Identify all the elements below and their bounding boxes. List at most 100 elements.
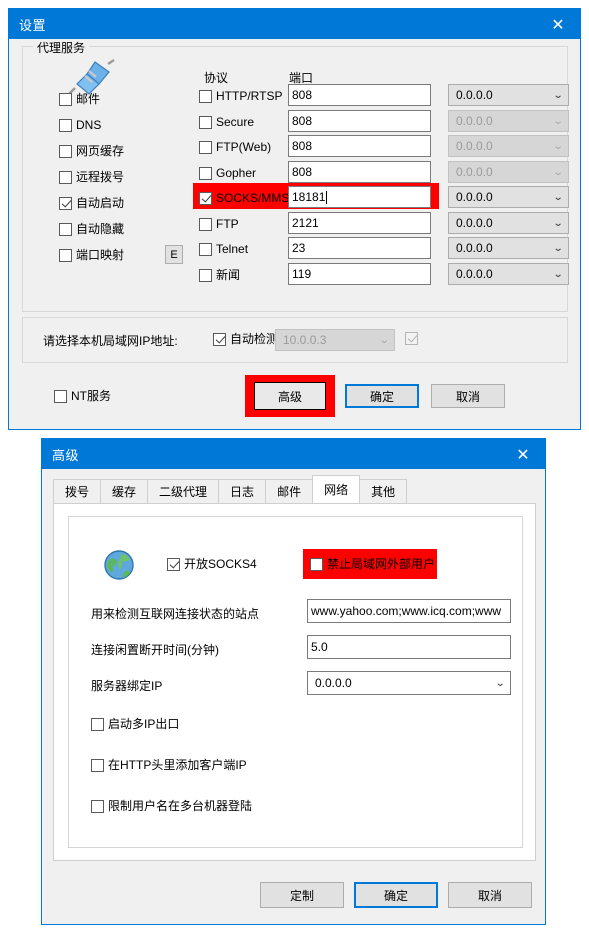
tab-6[interactable]: 其他 (359, 479, 408, 503)
tab-1[interactable]: 缓存 (100, 479, 149, 503)
detect-site-input[interactable]: www.yahoo.com;www.icq.com;www (307, 599, 511, 623)
protocol-checkbox-2[interactable]: FTP(Web) (199, 140, 271, 154)
port-map-edit-button[interactable]: E (165, 245, 183, 264)
left-option-1[interactable]: DNS (59, 118, 101, 132)
port-value-2: 808 (292, 139, 313, 153)
checkbox-box (199, 140, 212, 154)
checkbox-label: FTP(Web) (216, 140, 272, 154)
protocol-checkbox-7[interactable]: 新闻 (199, 268, 240, 282)
protocol-checkbox-5[interactable]: FTP (199, 217, 239, 231)
text-caret (326, 190, 328, 204)
port-input-1[interactable]: 808 (288, 110, 431, 132)
ok-button[interactable]: 确定 (345, 384, 419, 408)
tab-0[interactable]: 拨号 (53, 479, 102, 503)
left-option-3[interactable]: 远程拨号 (59, 170, 124, 184)
chevron-down-icon: ⌄ (552, 166, 564, 178)
chevron-down-icon: ⌄ (552, 242, 564, 254)
tab-2[interactable]: 二级代理 (147, 479, 220, 503)
protocol-checkbox-0[interactable]: HTTP/RTSP (199, 89, 282, 103)
chevron-down-icon: ⌄ (552, 140, 564, 152)
port-input-3[interactable]: 808 (288, 161, 431, 183)
bind-ip-combobox-0[interactable]: 0.0.0.0 ⌄ (448, 84, 569, 106)
checkbox-box (91, 799, 104, 813)
checkbox-box (199, 242, 212, 256)
advanced-cancel-button[interactable]: 取消 (448, 882, 532, 908)
bind-ip-combobox-7[interactable]: 0.0.0.0 ⌄ (448, 263, 569, 285)
checkbox-box (167, 557, 180, 571)
port-input-2[interactable]: 808 (288, 135, 431, 157)
proxy-service-groupbox: 代理服务 协议 端口 邮件 DNS 网页缓存 远程拨号 自动启动 自动隐藏 端口映射 E H… (22, 39, 569, 312)
detect-site-value: www.yahoo.com;www.icq.com;www (311, 604, 502, 618)
custom-button[interactable]: 定制 (260, 882, 344, 908)
port-input-5[interactable]: 2121 (288, 212, 431, 234)
tab-label: 邮件 (277, 485, 302, 499)
checkbox-label: 自动隐藏 (76, 222, 125, 236)
bind-ip-value-5: 0.0.0.0 (456, 216, 493, 230)
checkbox-box (91, 758, 104, 772)
chevron-down-icon: ⌄ (552, 191, 564, 203)
bind-ip-combobox[interactable]: 0.0.0.0 ⌄ (307, 671, 511, 695)
left-option-5[interactable]: 自动隐藏 (59, 222, 124, 236)
bind-ip-value-3: 0.0.0.0 (456, 165, 493, 179)
block-external-checkbox[interactable]: 禁止局域网外部用户 (310, 557, 435, 571)
bind-ip-value-4: 0.0.0.0 (456, 190, 493, 204)
protocol-checkbox-1[interactable]: Secure (199, 115, 254, 129)
advanced-close-icon[interactable]: ✕ (501, 439, 545, 469)
left-option-2[interactable]: 网页缓存 (59, 144, 124, 158)
checkbox-box (199, 89, 212, 103)
bind-ip-combobox-1: 0.0.0.0 ⌄ (448, 110, 569, 132)
chevron-down-icon: ⌄ (552, 115, 564, 127)
checkbox-label: 限制用户名在多台机器登陆 (108, 799, 253, 813)
port-value-4: 18181 (292, 190, 326, 204)
tab-5[interactable]: 网络 (312, 475, 361, 503)
protocol-checkbox-3[interactable]: Gopher (199, 166, 256, 180)
port-map-edit-button-label: E (170, 248, 178, 261)
port-value-7: 119 (292, 267, 312, 281)
idle-timeout-input[interactable]: 5.0 (307, 635, 511, 659)
open-socks4-checkbox[interactable]: 开放SOCKS4 (167, 557, 257, 571)
tab-4[interactable]: 邮件 (265, 479, 314, 503)
bind-ip-combobox-4[interactable]: 0.0.0.0 ⌄ (448, 186, 569, 208)
left-option-0[interactable]: 邮件 (59, 92, 100, 106)
chevron-down-icon: ⌄ (552, 217, 564, 229)
advanced-button[interactable]: 高级 (254, 382, 326, 410)
checkbox-box (59, 144, 72, 158)
port-input-7[interactable]: 119 (288, 263, 431, 285)
globe-icon (104, 550, 134, 580)
bind-ip-combobox-6[interactable]: 0.0.0.0 ⌄ (448, 237, 569, 259)
checkbox-box (59, 170, 72, 184)
cancel-button[interactable]: 取消 (431, 384, 505, 408)
nt-service-holder: NT服务 (54, 389, 111, 406)
tab-label: 其他 (371, 485, 396, 499)
protocol-checkbox-4[interactable]: SOCKS/MMS (199, 191, 289, 205)
advanced-option-1[interactable]: 在HTTP头里添加客户端IP (91, 758, 247, 772)
port-value-3: 808 (292, 165, 313, 179)
left-option-6[interactable]: 端口映射 (59, 248, 124, 262)
bind-ip-combobox-5[interactable]: 0.0.0.0 ⌄ (448, 212, 569, 234)
auto-detect-checkbox[interactable]: 自动检测 (213, 332, 278, 346)
protocol-column-header: 协议 (204, 71, 229, 85)
bind-ip-value-6: 0.0.0.0 (456, 241, 493, 255)
port-input-4[interactable]: 18181 (288, 186, 431, 208)
checkbox-label: 远程拨号 (76, 170, 125, 184)
nt-service-checkbox[interactable]: NT服务 (54, 389, 111, 403)
close-icon[interactable]: ✕ (536, 9, 580, 39)
detect-site-label: 用来检测互联网连接状态的站点 (91, 607, 260, 621)
tab-3[interactable]: 日志 (218, 479, 267, 503)
advanced-option-2[interactable]: 限制用户名在多台机器登陆 (91, 799, 252, 813)
left-option-4[interactable]: 自动启动 (59, 196, 124, 210)
block-external-holder: 禁止局域网外部用户 (310, 557, 435, 574)
port-input-6[interactable]: 23 (288, 237, 431, 259)
idle-timeout-value: 5.0 (311, 640, 328, 654)
bind-ip-combobox-3: 0.0.0.0 ⌄ (448, 161, 569, 183)
checkbox-box (59, 118, 72, 132)
advanced-option-0[interactable]: 启动多IP出口 (91, 717, 179, 731)
protocol-checkbox-6[interactable]: Telnet (199, 242, 248, 256)
checkbox-label: NT服务 (71, 389, 111, 403)
checkbox-label: Secure (216, 115, 255, 129)
checkbox-label: 在HTTP头里添加客户端IP (108, 758, 247, 772)
idle-timeout-label: 连接闲置断开时间(分钟) (91, 643, 219, 657)
port-input-0[interactable]: 808 (288, 84, 431, 106)
settings-title: 设置 (19, 17, 47, 33)
advanced-ok-button[interactable]: 确定 (354, 882, 438, 908)
